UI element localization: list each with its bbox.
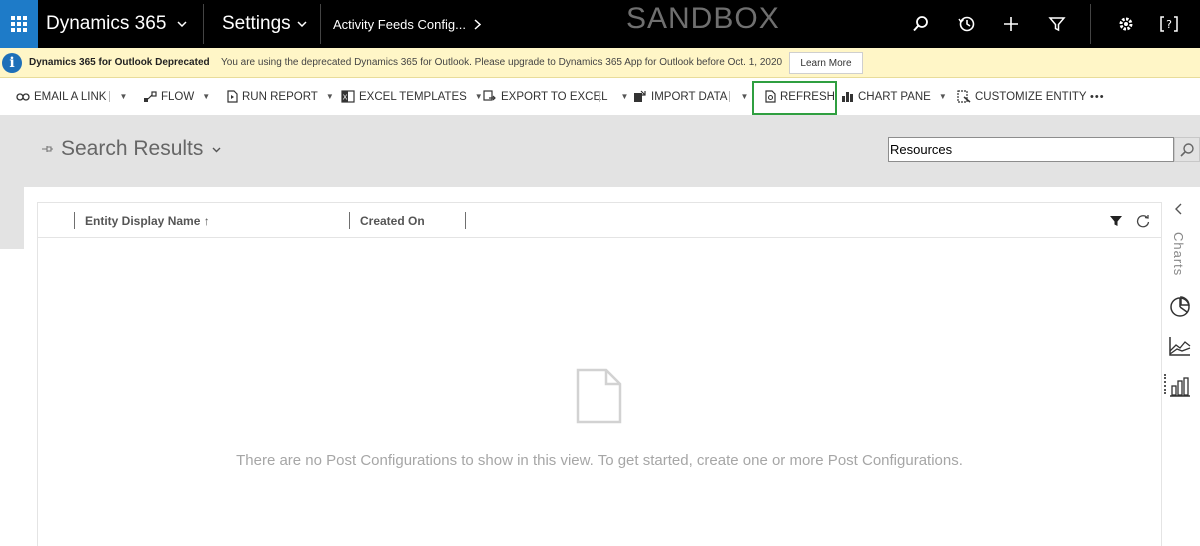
area-name[interactable]: Settings [222,0,291,48]
info-icon: i [2,53,22,73]
flow-label: FLOW [161,90,195,103]
svg-text:X: X [343,94,348,102]
command-bar: EMAIL A LINK ▼ FLOW ▼ RUN REPORT ▼ X EXC… [0,78,1200,115]
empty-state-message: There are no Post Configurations to show… [236,452,963,469]
pin-icon[interactable] [41,142,53,156]
chevron-down-icon[interactable]: ▼ [621,92,629,101]
run-report-button[interactable]: RUN REPORT ▼ [227,78,334,115]
column-chart-icon[interactable] [1167,374,1193,400]
gear-icon[interactable] [1114,12,1138,36]
link-icon [16,92,30,101]
refresh-highlight [752,81,837,115]
divider [109,91,110,102]
chevron-down-icon[interactable]: ▼ [119,92,127,101]
chevron-down-icon[interactable] [297,0,307,48]
flow-icon [143,90,157,103]
message-text: You are using the deprecated Dynamics 36… [221,57,783,68]
email-link-label: EMAIL A LINK [34,90,107,103]
charts-pane: Charts [1163,202,1200,546]
help-icon[interactable]: ? [1157,12,1181,36]
top-navigation-bar: Dynamics 365 Settings Activity Feeds Con… [0,0,1200,48]
more-commands-button[interactable]: ••• [1090,78,1105,115]
column-divider [74,212,75,229]
filter-icon[interactable] [1107,212,1125,230]
app-name[interactable]: Dynamics 365 [46,0,166,48]
chevron-down-icon[interactable]: ▼ [740,92,748,101]
message-bar: i Dynamics 365 for Outlook Deprecated Yo… [0,48,1200,78]
customize-icon [957,90,971,103]
excel-templates-label: EXCEL TEMPLATES [359,90,467,103]
view-selector[interactable]: Search Results [41,137,221,161]
history-icon[interactable] [955,12,979,36]
excel-templates-button[interactable]: X EXCEL TEMPLATES ▼ [341,78,483,115]
bar-chart-icon [841,90,854,103]
flow-button[interactable]: FLOW ▼ [143,78,210,115]
search-icon[interactable] [909,12,933,36]
breadcrumb[interactable]: Activity Feeds Config... [333,0,466,48]
chart-selection-indicator [1164,374,1166,394]
export-icon [483,90,497,103]
chevron-down-icon[interactable]: ▼ [475,92,483,101]
search-input[interactable] [888,137,1174,162]
chevron-down-icon[interactable] [212,142,221,156]
column-divider [349,212,350,229]
chart-pane-label: CHART PANE [858,90,931,103]
area-chart-icon[interactable] [1167,333,1193,359]
search-icon[interactable] [1174,137,1200,162]
customize-entity-button[interactable]: CUSTOMIZE ENTITY [957,78,1087,115]
column-header-entity-display-name[interactable]: Entity Display Name ↑ [85,214,210,228]
column-header-created-on[interactable]: Created On [360,214,425,228]
divider [203,4,204,44]
customize-entity-label: CUSTOMIZE ENTITY [975,90,1087,103]
filter-icon[interactable] [1045,12,1069,36]
report-icon [227,90,238,103]
chevron-down-icon[interactable] [177,0,187,48]
plus-icon[interactable] [999,12,1023,36]
svg-text:?: ? [1166,18,1172,31]
chart-pane-button[interactable]: CHART PANE ▼ [841,78,947,115]
export-excel-label: EXPORT TO EXCEL [501,90,608,103]
chevron-down-icon[interactable]: ▼ [939,92,947,101]
waffle-icon [11,16,27,32]
divider [320,4,321,44]
message-title: Dynamics 365 for Outlook Deprecated [29,57,210,68]
chevron-down-icon[interactable]: ▼ [202,92,210,101]
import-data-button[interactable]: IMPORT DATA ▼ [633,78,748,115]
import-icon [633,90,647,103]
export-excel-button[interactable]: EXPORT TO EXCEL ▼ [483,78,628,115]
email-link-button[interactable]: EMAIL A LINK ▼ [16,78,127,115]
chevron-right-icon[interactable] [474,0,481,48]
environment-label: SANDBOX [626,2,780,35]
grid-header: Entity Display Name ↑ Created On [38,202,1161,238]
pie-chart-icon[interactable] [1167,293,1193,319]
import-data-label: IMPORT DATA [651,90,728,103]
divider [599,91,600,102]
left-gutter [0,187,24,249]
refresh-icon[interactable] [1134,212,1152,230]
column-divider [465,212,466,229]
run-report-label: RUN REPORT [242,90,318,103]
app-launcher-button[interactable] [0,0,38,48]
divider [1090,4,1091,44]
chevron-left-icon[interactable] [1174,202,1182,218]
view-title: Search Results [61,137,204,160]
empty-document-icon [576,368,622,429]
learn-more-button[interactable]: Learn More [789,52,863,74]
records-grid: Entity Display Name ↑ Created On There a… [37,202,1162,546]
divider [729,91,730,102]
charts-pane-label[interactable]: Charts [1171,232,1186,276]
chevron-down-icon[interactable]: ▼ [326,92,334,101]
excel-icon: X [341,90,355,103]
